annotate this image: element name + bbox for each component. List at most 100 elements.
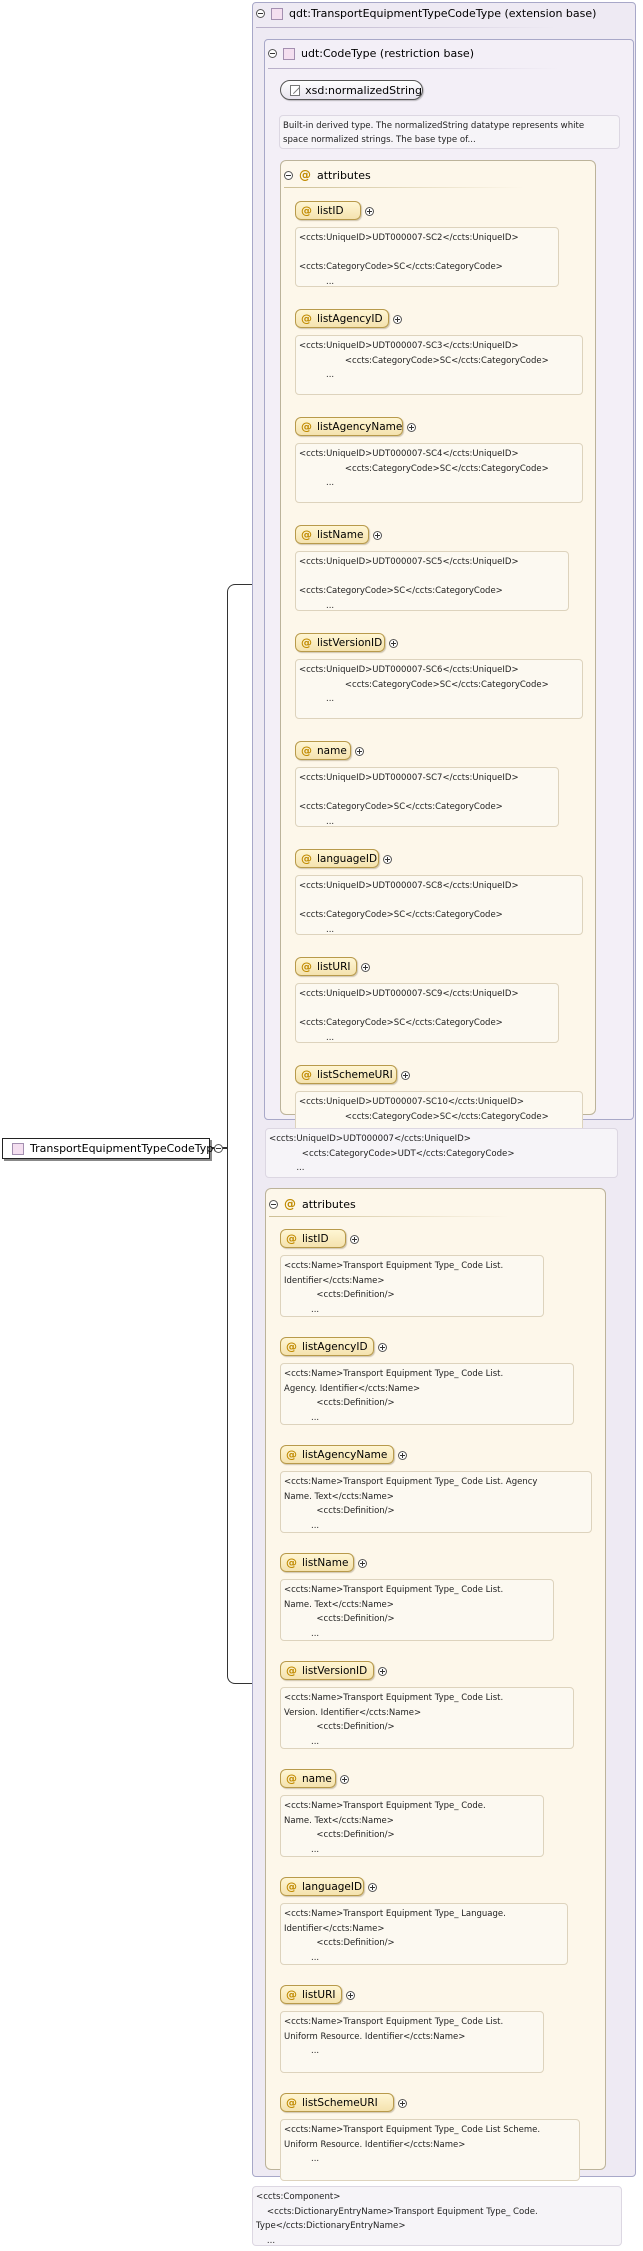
inner-attributes-title: attributes bbox=[317, 168, 371, 182]
attribute-listSchemeURI[interactable]: @ listSchemeURI bbox=[295, 1065, 397, 1084]
attribute-doc: <ccts:Name>Transport Equipment Type_ Cod… bbox=[280, 1471, 592, 1533]
expand-icon[interactable] bbox=[378, 1666, 388, 1676]
attribute-listAgencyID[interactable]: @ listAgencyID bbox=[280, 1337, 374, 1356]
attribute-name: listSchemeURI bbox=[302, 2096, 378, 2109]
attribute-doc: <ccts:UniqueID>UDT000007-SC5</ccts:Uniqu… bbox=[295, 551, 569, 611]
expand-icon[interactable] bbox=[373, 530, 383, 540]
attribute-name: listAgencyID bbox=[302, 1340, 368, 1353]
collapse-icon[interactable] bbox=[269, 1199, 278, 1209]
attribute-name: languageID bbox=[317, 852, 378, 865]
simple-type-icon bbox=[290, 84, 301, 96]
attribute-name: listSchemeURI bbox=[317, 1068, 393, 1081]
extension-label: qdt:TransportEquipmentTypeCodeType (exte… bbox=[289, 7, 597, 20]
expand-icon[interactable] bbox=[389, 638, 399, 648]
attribute-listName[interactable]: @ listName bbox=[295, 525, 369, 544]
attribute-listID[interactable]: @ listID bbox=[280, 1229, 346, 1248]
attribute-listURI[interactable]: @ listURI bbox=[280, 1985, 342, 2004]
attribute-doc: <ccts:Name>Transport Equipment Type_ Cod… bbox=[280, 1579, 554, 1641]
expand-icon[interactable] bbox=[398, 2098, 408, 2108]
attribute-doc: <ccts:Name>Transport Equipment Type_ Cod… bbox=[280, 1687, 574, 1749]
expand-icon[interactable] bbox=[340, 1774, 350, 1784]
component-doc: <ccts:Component> <ccts:DictionaryEntryNa… bbox=[252, 2186, 622, 2246]
attribute-name: name bbox=[317, 744, 347, 757]
expand-icon[interactable] bbox=[401, 1070, 411, 1080]
attribute-listID[interactable]: @ listID bbox=[295, 201, 361, 220]
expand-icon[interactable] bbox=[407, 422, 417, 432]
attribute-doc: <ccts:Name>Transport Equipment Type_ Cod… bbox=[280, 1363, 574, 1425]
expand-icon[interactable] bbox=[350, 1234, 360, 1244]
attribute-name: listAgencyName bbox=[302, 1448, 388, 1461]
attribute-doc: <ccts:UniqueID>UDT000007-SC8</ccts:Uniqu… bbox=[295, 875, 583, 935]
attribute-listName[interactable]: @ listName bbox=[280, 1553, 354, 1572]
attribute-icon: @ bbox=[299, 168, 311, 182]
attribute-listSchemeURI[interactable]: @ listSchemeURI bbox=[280, 2093, 394, 2112]
attribute-icon: @ bbox=[301, 420, 312, 433]
attribute-icon: @ bbox=[301, 1068, 312, 1081]
root-collapse-icon[interactable] bbox=[214, 1143, 224, 1153]
attribute-doc: <ccts:UniqueID>UDT000007-SC2</ccts:Uniqu… bbox=[295, 227, 559, 287]
attribute-name: listVersionID bbox=[317, 636, 383, 649]
attribute-icon: @ bbox=[284, 1197, 296, 1211]
attribute-name[interactable]: @ name bbox=[280, 1769, 336, 1788]
attribute-languageID[interactable]: @ languageID bbox=[280, 1877, 364, 1896]
attribute-listAgencyName[interactable]: @ listAgencyName bbox=[295, 417, 403, 436]
attribute-languageID[interactable]: @ languageID bbox=[295, 849, 379, 868]
expand-icon[interactable] bbox=[383, 854, 393, 864]
root-element[interactable]: TransportEquipmentTypeCodeType bbox=[2, 1138, 220, 1159]
expand-icon[interactable] bbox=[365, 206, 375, 216]
attribute-icon: @ bbox=[286, 1556, 297, 1569]
attribute-name: name bbox=[302, 1772, 332, 1785]
attribute-listURI[interactable]: @ listURI bbox=[295, 957, 357, 976]
attribute-doc: <ccts:UniqueID>UDT000007-SC3</ccts:Uniqu… bbox=[295, 335, 583, 395]
restriction-header[interactable]: udt:CodeType (restriction base) bbox=[268, 47, 474, 60]
expand-icon[interactable] bbox=[368, 1882, 378, 1892]
expand-icon[interactable] bbox=[378, 1342, 388, 1352]
attribute-listAgencyID[interactable]: @ listAgencyID bbox=[295, 309, 389, 328]
outer-attributes-title: attributes bbox=[302, 1197, 356, 1211]
root-label: TransportEquipmentTypeCodeType bbox=[30, 1142, 221, 1155]
attribute-icon: @ bbox=[286, 1448, 297, 1461]
attribute-doc: <ccts:Name>Transport Equipment Type_ Cod… bbox=[280, 2011, 544, 2073]
inner-attributes-header[interactable]: @ attributes bbox=[284, 168, 371, 182]
attribute-icon: @ bbox=[286, 1880, 297, 1893]
normalized-label: xsd:normalizedString bbox=[305, 83, 422, 97]
attribute-name: languageID bbox=[302, 1880, 363, 1893]
expand-icon[interactable] bbox=[361, 962, 371, 972]
complex-type-icon bbox=[12, 1142, 24, 1155]
attribute-doc: <ccts:UniqueID>UDT000007-SC9</ccts:Uniqu… bbox=[295, 983, 559, 1043]
attribute-name[interactable]: @ name bbox=[295, 741, 351, 760]
complex-type-icon bbox=[271, 7, 283, 20]
restriction-label: udt:CodeType (restriction base) bbox=[301, 47, 474, 60]
attribute-icon: @ bbox=[286, 1340, 297, 1353]
attribute-icon: @ bbox=[301, 204, 312, 217]
expand-icon[interactable] bbox=[346, 1990, 356, 2000]
attribute-listVersionID[interactable]: @ listVersionID bbox=[280, 1661, 374, 1680]
collapse-icon[interactable] bbox=[268, 49, 277, 58]
extension-header[interactable]: qdt:TransportEquipmentTypeCodeType (exte… bbox=[256, 7, 596, 20]
attribute-name: listAgencyID bbox=[317, 312, 383, 325]
divider bbox=[284, 187, 524, 188]
attribute-listAgencyName[interactable]: @ listAgencyName bbox=[280, 1445, 394, 1464]
attribute-name: listID bbox=[317, 204, 344, 217]
expand-icon[interactable] bbox=[398, 1450, 408, 1460]
complex-type-icon bbox=[283, 47, 295, 60]
expand-icon[interactable] bbox=[393, 314, 403, 324]
attribute-doc: <ccts:UniqueID>UDT000007-SC4</ccts:Uniqu… bbox=[295, 443, 583, 503]
attribute-name: listName bbox=[317, 528, 364, 541]
attribute-name: listAgencyName bbox=[317, 420, 403, 433]
attribute-doc: <ccts:UniqueID>UDT000007-SC7</ccts:Uniqu… bbox=[295, 767, 559, 827]
attribute-icon: @ bbox=[301, 852, 312, 865]
attribute-listVersionID[interactable]: @ listVersionID bbox=[295, 633, 385, 652]
attribute-icon: @ bbox=[301, 744, 312, 757]
attribute-name: listURI bbox=[317, 960, 351, 973]
collapse-icon[interactable] bbox=[284, 170, 293, 180]
normalized-string-type[interactable]: xsd:normalizedString bbox=[280, 80, 423, 100]
expand-icon[interactable] bbox=[355, 746, 365, 756]
expand-icon[interactable] bbox=[358, 1558, 368, 1568]
collapse-icon[interactable] bbox=[256, 9, 265, 18]
attribute-doc: <ccts:Name>Transport Equipment Type_ Cod… bbox=[280, 1255, 544, 1317]
attribute-icon: @ bbox=[286, 1232, 297, 1245]
attribute-doc: <ccts:Name>Transport Equipment Type_ Lan… bbox=[280, 1903, 568, 1965]
outer-attributes-header[interactable]: @ attributes bbox=[269, 1197, 356, 1211]
attribute-doc: <ccts:Name>Transport Equipment Type_ Cod… bbox=[280, 1795, 544, 1857]
